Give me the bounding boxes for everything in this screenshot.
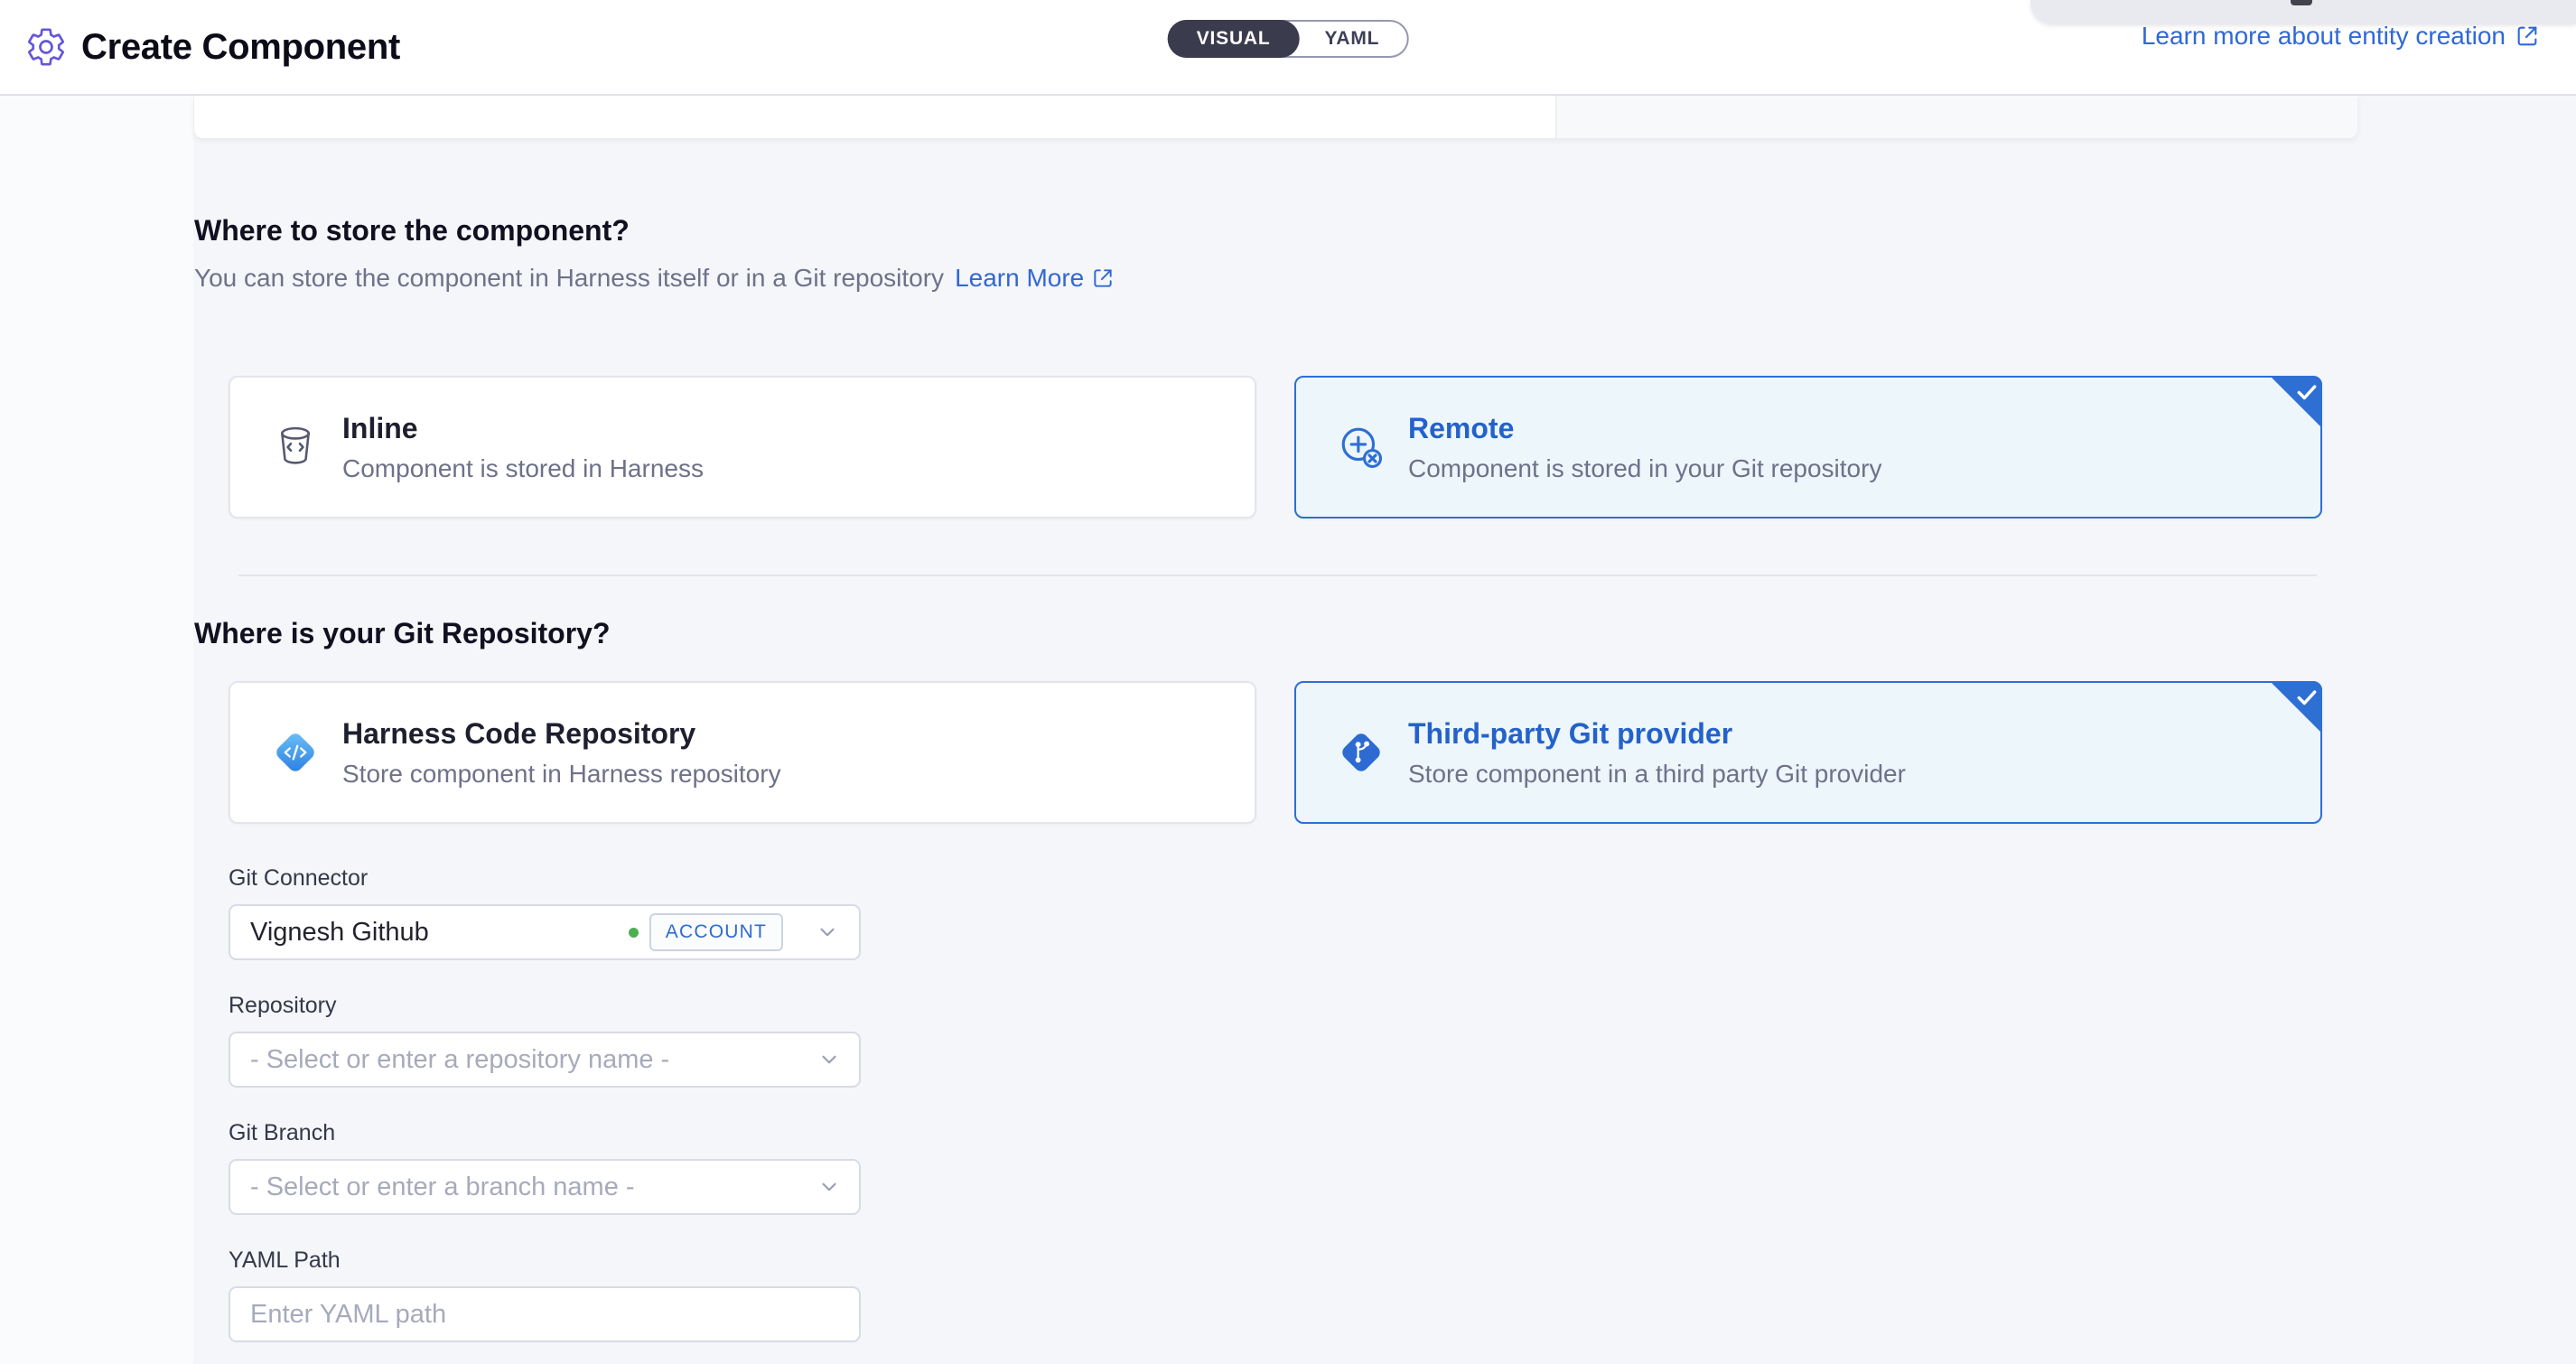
inline-store-icon xyxy=(272,425,319,470)
page-title: Create Component xyxy=(81,27,400,68)
toggle-visual[interactable]: VISUAL xyxy=(1168,20,1300,58)
card-title: Inline xyxy=(342,412,704,445)
external-link-icon xyxy=(1091,266,1115,290)
cutoff-overlay-widget xyxy=(2030,0,2576,24)
yaml-path-label: YAML Path xyxy=(229,1247,861,1274)
selected-check-icon xyxy=(2270,681,2322,733)
git-provider-icon xyxy=(1338,729,1385,776)
harness-code-icon xyxy=(272,729,319,776)
card-title: Harness Code Repository xyxy=(342,717,781,751)
git-section-heading: Where is your Git Repository? xyxy=(194,616,2362,650)
panel-remnant-left xyxy=(194,96,1555,138)
yaml-path-input[interactable] xyxy=(229,1286,861,1342)
settings-gear-icon xyxy=(25,26,67,68)
store-learn-more-link[interactable]: Learn More xyxy=(955,264,1115,293)
git-branch-label: Git Branch xyxy=(229,1120,861,1146)
create-component-page: Create Component VISUAL YAML Learn more … xyxy=(0,0,2576,1364)
remote-store-card[interactable]: Remote Component is stored in your Git r… xyxy=(1294,376,2322,519)
git-branch-select[interactable] xyxy=(229,1159,861,1215)
card-title: Third-party Git provider xyxy=(1408,717,1906,751)
remote-store-icon xyxy=(1338,425,1385,470)
external-link-icon xyxy=(2515,23,2540,49)
visual-yaml-toggle: VISUAL YAML xyxy=(1168,20,1409,58)
chevron-down-icon xyxy=(816,920,839,944)
panel-remnant-right xyxy=(1555,96,2357,138)
git-connector-label: Git Connector xyxy=(229,865,861,892)
repository-select[interactable] xyxy=(229,1032,861,1088)
store-section-heading: Where to store the component? xyxy=(194,213,2362,248)
scope-badge: ACCOUNT xyxy=(649,913,783,951)
scrolled-panel-remnant xyxy=(194,96,2357,138)
card-subtitle: Component is stored in your Git reposito… xyxy=(1408,454,1881,483)
git-connector-value: Vignesh Github xyxy=(250,918,429,948)
git-details-form: Git Connector Vignesh Github ACCOUNT Rep… xyxy=(229,865,861,1342)
main-content: Where to store the component? You can st… xyxy=(194,213,2362,1364)
entity-creation-help-link[interactable]: Learn more about entity creation xyxy=(2142,22,2540,51)
left-gutter xyxy=(0,96,193,1364)
repository-label: Repository xyxy=(229,993,861,1019)
inline-store-card[interactable]: Inline Component is stored in Harness xyxy=(229,376,1256,519)
connector-status-dot xyxy=(629,928,639,938)
store-section-description: You can store the component in Harness i… xyxy=(194,264,944,293)
card-subtitle: Store component in Harness repository xyxy=(342,760,781,789)
card-subtitle: Store component in a third party Git pro… xyxy=(1408,760,1906,789)
overlay-notch xyxy=(2291,0,2312,5)
card-title: Remote xyxy=(1408,412,1881,445)
git-connector-select[interactable]: Vignesh Github ACCOUNT xyxy=(229,904,861,960)
toggle-yaml[interactable]: YAML xyxy=(1298,22,1407,56)
section-divider xyxy=(238,575,2317,576)
harness-code-repo-card[interactable]: Harness Code Repository Store component … xyxy=(229,681,1256,824)
selected-check-icon xyxy=(2270,376,2322,428)
card-subtitle: Component is stored in Harness xyxy=(342,454,704,483)
third-party-git-card[interactable]: Third-party Git provider Store component… xyxy=(1294,681,2322,824)
